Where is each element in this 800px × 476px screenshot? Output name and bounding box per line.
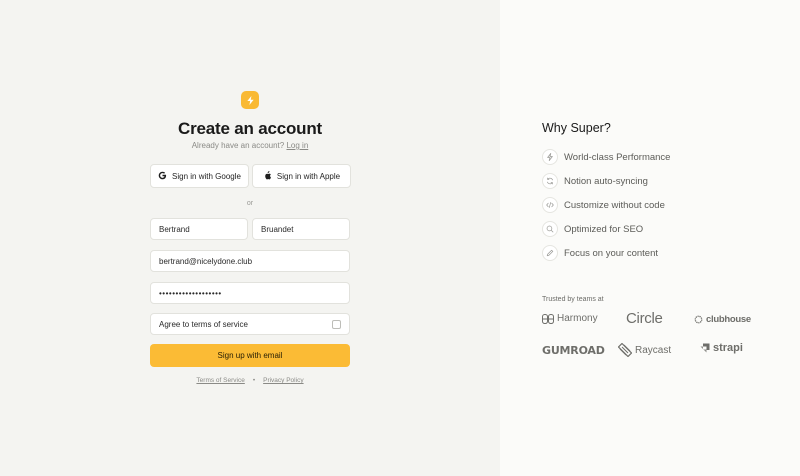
code-icon [542, 197, 558, 213]
footer-separator: • [252, 377, 256, 384]
password-field[interactable]: ••••••••••••••••••• [150, 282, 350, 304]
feature-notion-sync: Notion auto-syncing [542, 173, 648, 189]
strapi-logo-mark [700, 343, 710, 353]
terms-checkbox[interactable] [332, 319, 341, 329]
strapi-wordmark: strapi [713, 342, 743, 354]
feature-label: Focus on your content [564, 247, 658, 259]
terms-label: Agree to terms of service [159, 319, 248, 329]
feature-content: Focus on your content [542, 245, 658, 261]
clubhouse-logo-mark [694, 315, 703, 324]
raycast-logo: Raycast [618, 343, 671, 357]
clubhouse-logo: clubhouse [694, 314, 751, 325]
clubhouse-wordmark: clubhouse [706, 314, 751, 325]
feature-label: World-class Performance [564, 151, 671, 163]
apple-icon [263, 170, 272, 182]
sync-icon [542, 173, 558, 189]
harmony-logo: Harmony [542, 313, 598, 324]
signup-email-button[interactable]: Sign up with email [150, 344, 350, 367]
logo-bolt-icon [241, 91, 259, 109]
google-icon [158, 171, 167, 182]
or-divider: or [246, 200, 254, 207]
feature-performance: World-class Performance [542, 149, 670, 165]
apple-signin-button[interactable]: Sign in with Apple [252, 164, 351, 188]
feature-label: Optimized for SEO [564, 223, 644, 235]
why-heading: Why Super? [542, 121, 611, 135]
feature-customize: Customize without code [542, 197, 665, 213]
raycast-wordmark: Raycast [635, 344, 672, 356]
privacy-policy-link[interactable]: Privacy Policy [263, 377, 303, 384]
feature-label: Notion auto-syncing [564, 175, 648, 187]
signup-panel: Create an account Already have an accoun… [0, 0, 500, 476]
search-icon [542, 221, 558, 237]
strapi-logo: strapi [700, 342, 743, 354]
page-title: Create an account [178, 119, 322, 138]
apple-signin-label: Sign in with Apple [276, 171, 341, 181]
login-link[interactable]: Log in [286, 141, 308, 150]
terms-of-service-link[interactable]: Terms of Service [196, 377, 244, 384]
terms-row[interactable]: Agree to terms of service [150, 313, 350, 335]
google-signin-button[interactable]: Sign in with Google [150, 164, 249, 188]
pencil-icon [542, 245, 558, 261]
trusted-label: Trusted by teams at [542, 296, 604, 303]
harmony-logo-mark [542, 313, 554, 324]
footer-links: Terms of Service • Privacy Policy [0, 377, 500, 384]
marketing-panel [500, 0, 800, 476]
email-field[interactable]: bertrand@nicelydone.club [150, 250, 350, 272]
gumroad-logo: GUMROAD [542, 344, 605, 357]
login-prompt: Already have an account? Log in [0, 141, 500, 150]
last-name-field[interactable]: Bruandet [252, 218, 350, 240]
bolt-icon [542, 149, 558, 165]
login-prompt-text: Already have an account? [191, 141, 285, 150]
first-name-field[interactable]: Bertrand [150, 218, 248, 240]
raycast-logo-mark [618, 343, 632, 357]
circle-logo: Circle [626, 310, 663, 327]
feature-seo: Optimized for SEO [542, 221, 643, 237]
feature-label: Customize without code [564, 199, 665, 211]
google-signin-label: Sign in with Google [172, 171, 241, 181]
harmony-wordmark: Harmony [557, 313, 598, 324]
